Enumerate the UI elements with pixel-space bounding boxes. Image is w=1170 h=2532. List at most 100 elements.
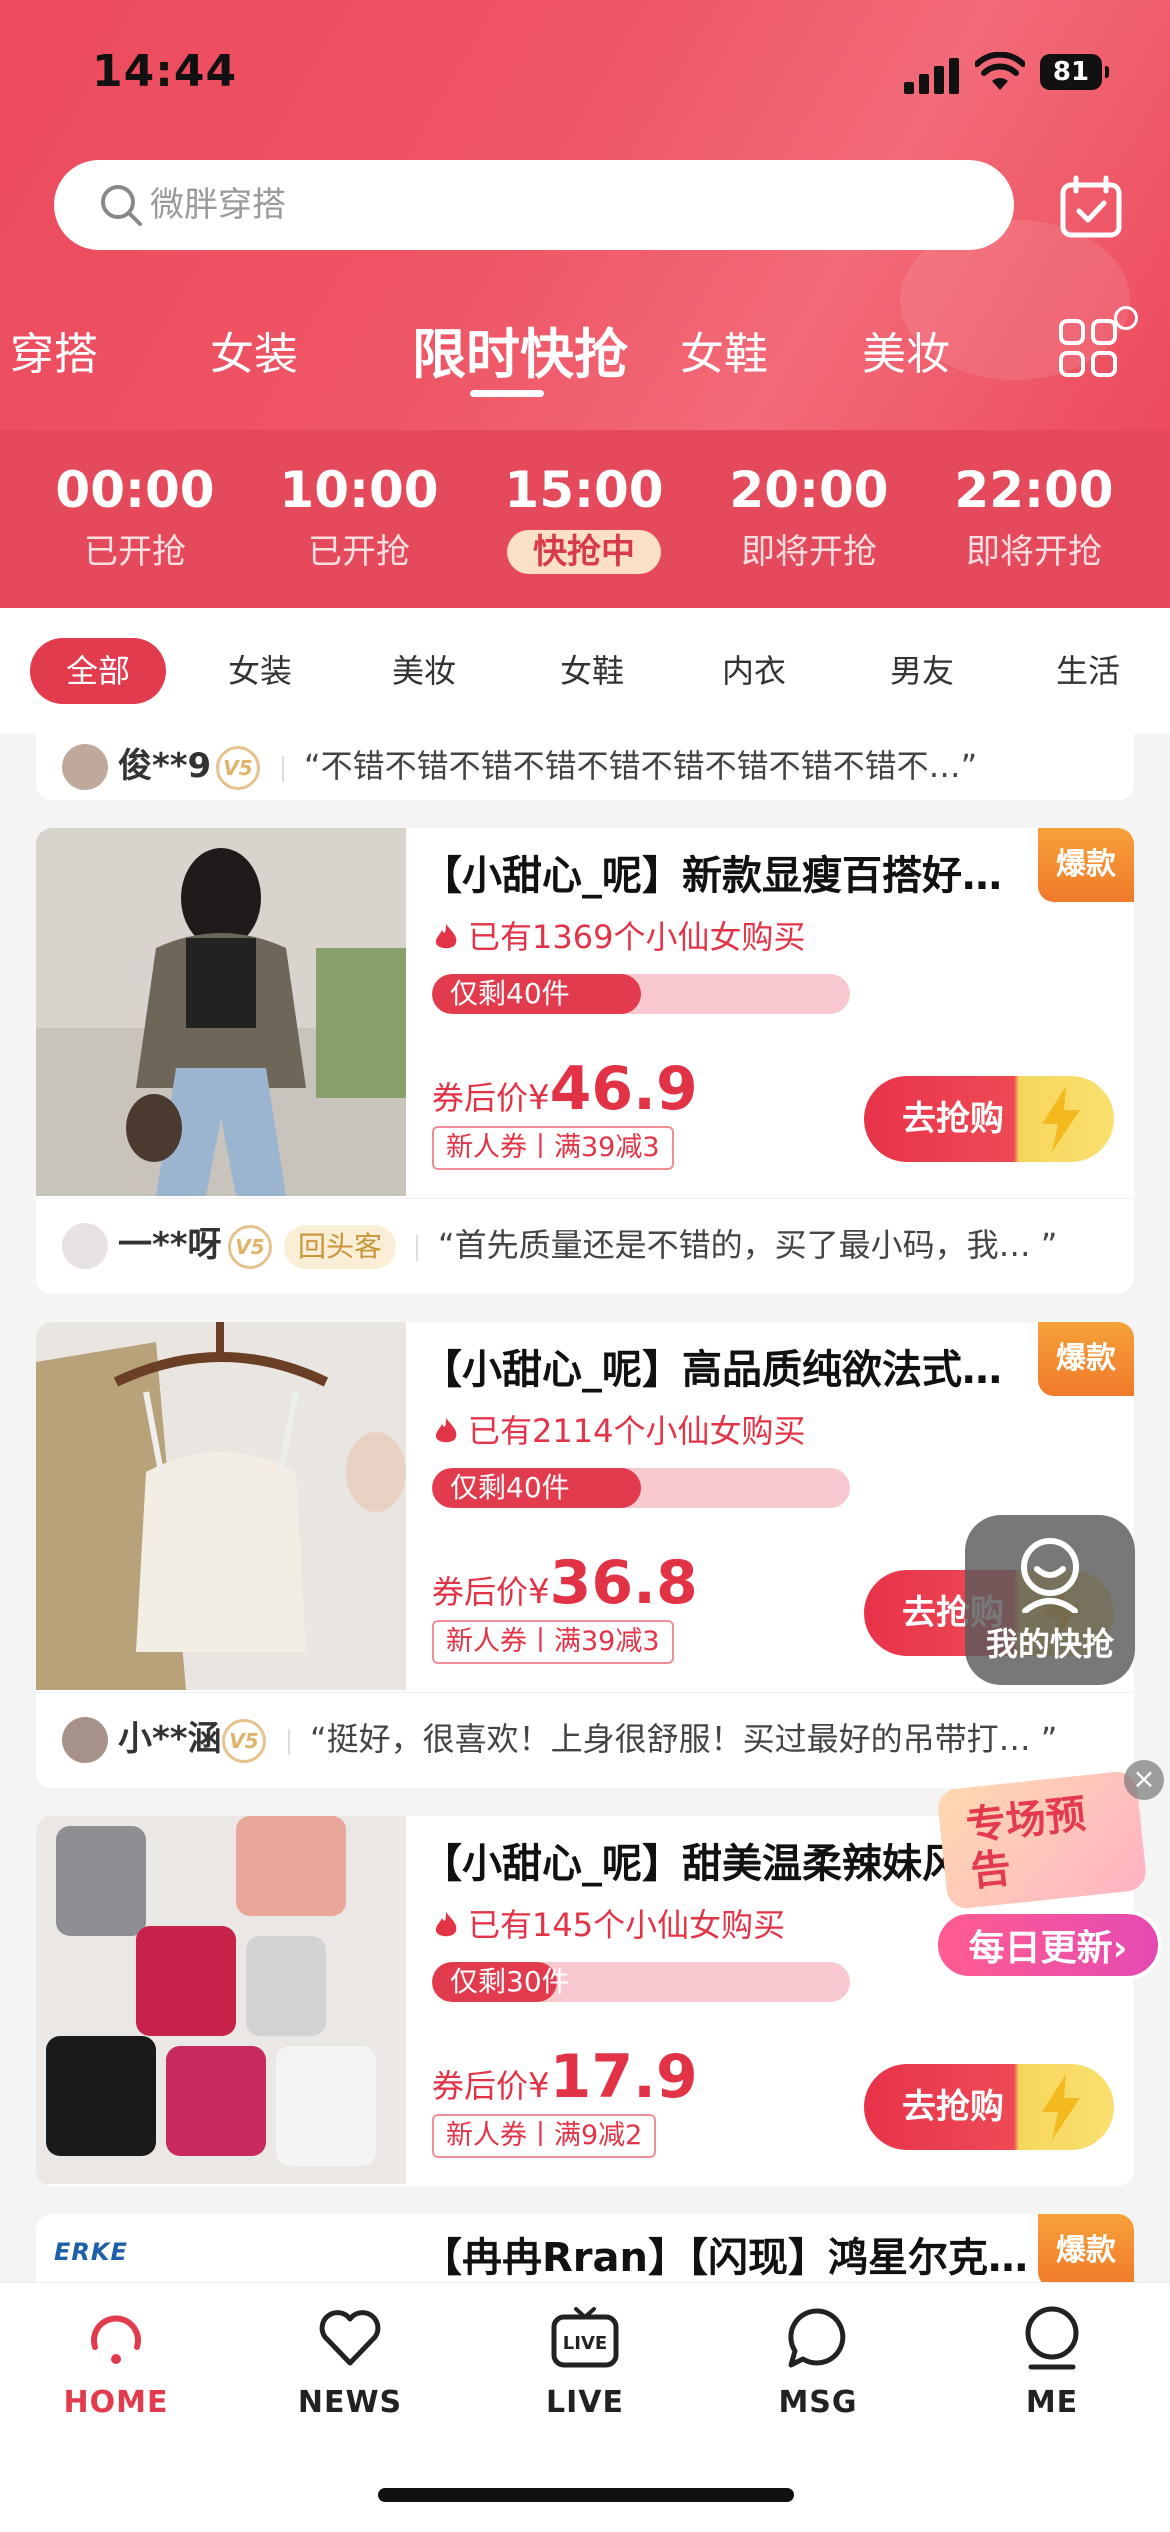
review-text: “不错不错不错不错不错不错不错不错不错不…” xyxy=(304,747,978,785)
time-slot[interactable]: 00:00 已开抢 xyxy=(35,460,235,574)
slot-status: 即将开抢 xyxy=(741,532,877,572)
time-slot[interactable]: 20:00 即将开抢 xyxy=(709,460,909,574)
currency: ¥ xyxy=(528,1078,550,1118)
bought-text: 已有145个小仙女购买 xyxy=(468,1906,786,1944)
nav-msg[interactable]: MSG xyxy=(738,2303,898,2420)
buy-button[interactable]: 去抢购 xyxy=(864,2064,1114,2150)
buy-button[interactable]: 去抢购 xyxy=(864,1076,1114,1162)
chat-bubble-icon xyxy=(788,2308,846,2368)
stock-progress-bar: 仅剩40件 xyxy=(432,1468,850,1508)
avatar xyxy=(62,1717,108,1763)
filter-womenswear[interactable]: 女装 xyxy=(228,638,292,704)
product-card[interactable]: 【小甜心_呢】新款显瘦百搭好… 爆款 已有1369个小仙女购买 仅剩40件 券后… xyxy=(36,828,1134,1294)
flame-icon xyxy=(435,1418,457,1443)
filter-all[interactable]: 全部 xyxy=(30,638,166,704)
hot-badge: 爆款 xyxy=(1038,2214,1134,2288)
product-title: 【小甜心_呢】甜美温柔辣妹风 xyxy=(422,1841,962,1887)
tab-beauty[interactable]: 美妆 xyxy=(862,318,950,382)
price-label: 券后价 xyxy=(432,1573,529,1611)
product-image xyxy=(36,1322,406,1690)
battery-indicator: 81 xyxy=(1040,54,1109,90)
currency: ¥ xyxy=(528,2066,550,2106)
tab-flash-sale[interactable]: 限时快抢 xyxy=(412,310,628,389)
nav-news[interactable]: NEWS xyxy=(270,2303,430,2420)
nav-live-label: LIVE xyxy=(546,2385,624,2420)
tab-womens-shoes[interactable]: 女鞋 xyxy=(680,318,768,382)
nav-live[interactable]: LIVE LIVE xyxy=(505,2303,665,2420)
filter-womens-shoes[interactable]: 女鞋 xyxy=(560,638,624,704)
filter-boyfriend[interactable]: 男友 xyxy=(890,638,954,704)
slot-status: 已开抢 xyxy=(308,532,410,572)
divider xyxy=(416,1235,418,1261)
svg-text:LIVE: LIVE xyxy=(563,2333,607,2354)
promo-banner[interactable]: 专场预告 每日更新› × xyxy=(932,1760,1168,1990)
coupon-tag: 新人券丨满39减3 xyxy=(432,1620,674,1664)
notification-dot xyxy=(1114,306,1138,330)
status-bar: 14:44 81 xyxy=(0,0,1170,140)
grid-menu-icon[interactable] xyxy=(1058,318,1118,378)
nav-home-label: HOME xyxy=(63,2385,169,2420)
nav-home[interactable]: HOME xyxy=(36,2303,196,2420)
home-indicator xyxy=(378,2488,794,2502)
product-title: 【小甜心_呢】新款显瘦百搭好… xyxy=(422,853,1002,899)
stock-remaining: 仅剩40件 xyxy=(450,1471,570,1504)
price-value: 46.9 xyxy=(549,1054,698,1124)
list-item[interactable]: 俊**9 V5 “不错不错不错不错不错不错不错不错不错不…” xyxy=(36,734,1134,800)
tab-outfit[interactable]: 穿搭 xyxy=(10,318,98,382)
divider xyxy=(288,1729,290,1755)
stock-progress-bar: 仅剩40件 xyxy=(432,974,850,1014)
buy-button-label: 去抢购 xyxy=(902,1099,1004,1139)
time-slot-active[interactable]: 15:00 快抢中 xyxy=(484,460,684,574)
search-bar[interactable]: 微胖穿搭 xyxy=(54,160,1014,250)
slot-time: 15:00 xyxy=(504,461,664,519)
slot-status: 已开抢 xyxy=(84,532,186,572)
review-text: “首先质量还是不错的，买了最小码，我… ” xyxy=(438,1226,1058,1264)
product-title: 【小甜心_呢】高品质纯欲法式… xyxy=(422,1347,1002,1393)
calendar-check-icon[interactable] xyxy=(1058,175,1124,241)
buy-button-label: 去抢购 xyxy=(902,2087,1004,2127)
bought-count: 已有1369个小仙女购买 xyxy=(432,914,805,960)
nav-news-label: NEWS xyxy=(297,2385,403,2420)
search-icon xyxy=(101,185,142,226)
my-flash-sale-button[interactable]: 我的快抢 xyxy=(965,1515,1135,1685)
my-flash-sale-label: 我的快抢 xyxy=(985,1625,1114,1663)
reviewer-name: 小**涵 xyxy=(118,1719,222,1759)
live-tv-icon: LIVE xyxy=(551,2307,619,2368)
nav-me[interactable]: ME xyxy=(972,2303,1132,2420)
filter-underwear[interactable]: 内衣 xyxy=(722,638,786,704)
time-slot[interactable]: 10:00 已开抢 xyxy=(259,460,459,574)
slot-time: 10:00 xyxy=(279,461,439,519)
close-icon[interactable]: × xyxy=(1124,1760,1164,1800)
slot-time: 00:00 xyxy=(55,461,215,519)
stock-remaining: 仅剩40件 xyxy=(450,977,570,1010)
slot-status: 即将开抢 xyxy=(966,532,1102,572)
coupon-tag: 新人券丨满9减2 xyxy=(432,2114,657,2158)
tab-womenswear[interactable]: 女装 xyxy=(210,318,298,382)
search-placeholder: 微胖穿搭 xyxy=(150,185,286,225)
user-smile-icon xyxy=(1021,1538,1079,1613)
divider xyxy=(282,756,284,782)
filter-beauty[interactable]: 美妆 xyxy=(392,638,456,704)
daily-update-button[interactable]: 每日更新› xyxy=(934,1910,1162,1980)
stock-progress-bar: 仅剩30件 xyxy=(432,1962,850,2002)
price-label: 券后价 xyxy=(432,1079,529,1117)
price: 券后价¥36.8 xyxy=(432,1548,698,1618)
filter-life[interactable]: 生活 xyxy=(1056,638,1120,704)
reviewer-name: 俊**9 xyxy=(118,746,212,786)
hot-badge: 爆款 xyxy=(1038,1322,1134,1396)
review-text: “挺好，很喜欢！上身很舒服！买过最好的吊带打… ” xyxy=(310,1720,1058,1758)
review-row: 一**呀 V5 回头客 “首先质量还是不错的，买了最小码，我… ” xyxy=(36,1198,1134,1294)
avatar xyxy=(62,744,108,790)
currency: ¥ xyxy=(528,1572,550,1612)
brand-logo: ERKE xyxy=(54,2238,128,2266)
promo-title: 专场预告 xyxy=(963,1791,1088,1896)
wifi-icon xyxy=(975,52,1025,90)
status-time: 14:44 xyxy=(92,46,238,97)
filter-bar: 全部 女装 美妆 女鞋 内衣 男友 生活 xyxy=(0,608,1170,734)
level-badge: V5 xyxy=(228,1225,272,1269)
slot-time: 20:00 xyxy=(729,461,889,519)
flame-icon xyxy=(435,924,457,949)
price: 券后价¥46.9 xyxy=(432,1054,698,1124)
time-slot[interactable]: 22:00 即将开抢 xyxy=(934,460,1134,574)
avatar xyxy=(62,1223,108,1269)
